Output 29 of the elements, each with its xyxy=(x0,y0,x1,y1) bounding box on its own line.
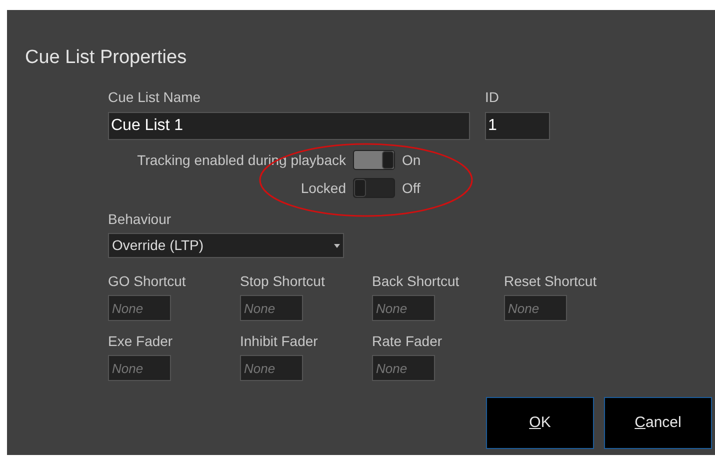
field-label: Behaviour xyxy=(108,212,172,226)
toggle-switch[interactable] xyxy=(353,150,395,170)
toggle-state: On xyxy=(402,153,422,167)
toggle-state: Off xyxy=(402,181,422,195)
input-field[interactable]: Cue List 1 xyxy=(108,112,470,140)
toggle-label: Locked xyxy=(300,181,346,195)
field-label: Rate Fader xyxy=(372,334,444,348)
field-label: Exe Fader xyxy=(108,334,174,348)
field-label: Stop Shortcut xyxy=(240,274,326,288)
field-label: Back Shortcut xyxy=(372,274,460,288)
field-label: ID xyxy=(485,90,500,104)
dialog-button[interactable]: OK xyxy=(486,397,594,449)
dialog-button[interactable]: Cancel xyxy=(604,397,712,449)
field-label: GO Shortcut xyxy=(108,274,187,288)
shortcut-field[interactable]: None xyxy=(108,295,171,321)
field-label: Reset Shortcut xyxy=(504,274,598,288)
toggle-switch[interactable] xyxy=(353,178,395,198)
shortcut-field[interactable]: None xyxy=(372,355,435,381)
shortcut-field[interactable]: None xyxy=(504,295,567,321)
behaviour-dropdown[interactable]: Override (LTP) xyxy=(108,233,344,258)
shortcut-field[interactable]: None xyxy=(240,295,303,321)
shortcut-field[interactable]: None xyxy=(372,295,435,321)
field-label: Inhibit Fader xyxy=(240,334,319,348)
dialog-title: Cue List Properties xyxy=(25,48,188,67)
input-field[interactable]: 1 xyxy=(485,112,550,140)
dropdown-caret-icon xyxy=(334,244,340,248)
shortcut-field[interactable]: None xyxy=(240,355,303,381)
field-label: Cue List Name xyxy=(108,90,202,104)
shortcut-field[interactable]: None xyxy=(108,355,171,381)
